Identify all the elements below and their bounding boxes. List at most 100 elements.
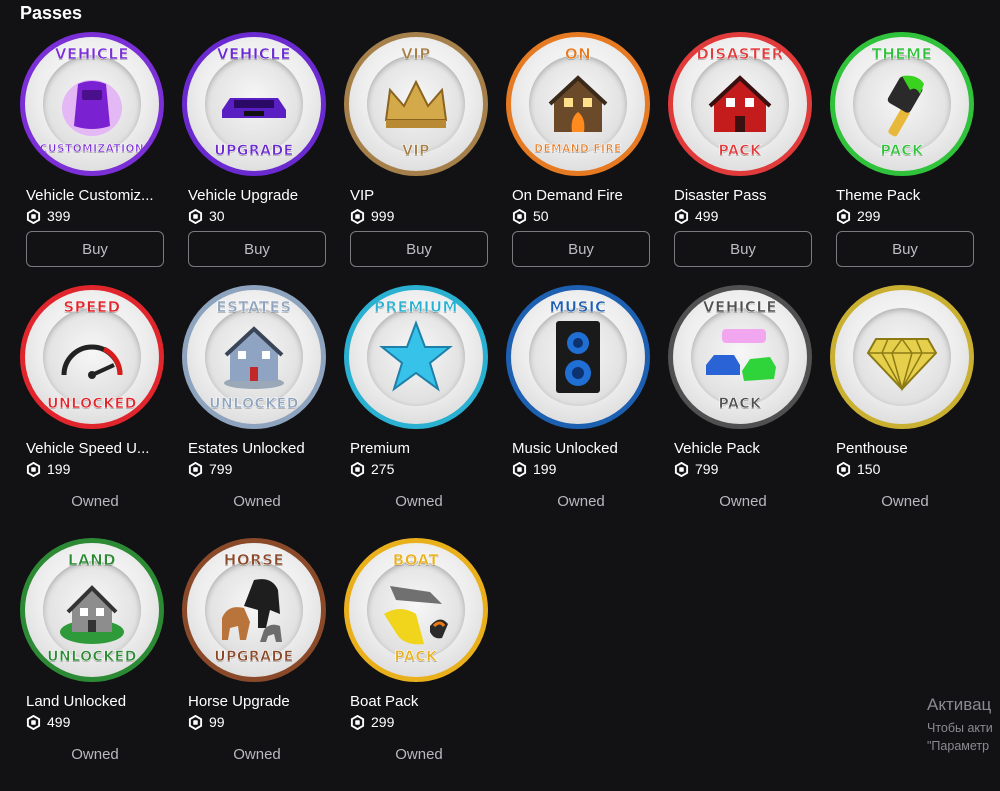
price-row: 299 bbox=[836, 208, 880, 224]
vehicles-icon bbox=[706, 329, 776, 381]
pass-name[interactable]: Horse Upgrade bbox=[188, 693, 322, 710]
pass-name[interactable]: Vehicle Speed U... bbox=[26, 440, 160, 457]
pass-badge[interactable]: BOAT PACK bbox=[344, 538, 488, 682]
robux-icon bbox=[674, 461, 689, 477]
pass-badge[interactable]: HORSE UPGRADE bbox=[182, 538, 326, 682]
pass-name[interactable]: Penthouse bbox=[836, 440, 970, 457]
pass-badge[interactable]: MUSIC bbox=[506, 285, 650, 429]
car-purple-icon bbox=[62, 80, 122, 136]
horse-icon bbox=[222, 579, 282, 642]
price-row: 199 bbox=[26, 461, 70, 477]
badge-bottom-text: UPGRADE bbox=[214, 649, 294, 666]
pass-badge[interactable]: THEME PACK bbox=[830, 32, 974, 176]
pass-price: 99 bbox=[209, 714, 225, 730]
pass-name[interactable]: Theme Pack bbox=[836, 187, 970, 204]
owned-status: Owned bbox=[395, 746, 443, 763]
pass-card-11[interactable]: VEHICLE PACK Vehicle Pack 799 Owned bbox=[668, 285, 812, 538]
pass-name[interactable]: Vehicle Upgrade bbox=[188, 187, 322, 204]
robux-icon bbox=[188, 714, 203, 730]
robux-icon bbox=[350, 208, 365, 224]
pass-badge[interactable]: PREMIUM bbox=[344, 285, 488, 429]
price-row: 799 bbox=[188, 461, 232, 477]
pass-card-15[interactable]: BOAT PACK Boat Pack 299 Owned bbox=[344, 538, 488, 791]
pass-card-2[interactable]: VEHICLE UPGRADE Vehicle Upgrade 30 Buy bbox=[182, 32, 326, 285]
pass-badge[interactable]: DISASTER PACK bbox=[668, 32, 812, 176]
pass-name[interactable]: VIP bbox=[350, 187, 484, 204]
badge-top-text: SPEED bbox=[63, 298, 121, 317]
pass-name[interactable]: Vehicle Pack bbox=[674, 440, 808, 457]
pass-card-1[interactable]: VEHICLE CUSTOMIZATION Vehicle Customiz..… bbox=[20, 32, 164, 285]
estate-house-icon bbox=[224, 326, 284, 389]
paintbrush-icon bbox=[887, 75, 924, 137]
price-row: 199 bbox=[512, 461, 556, 477]
pass-name[interactable]: Premium bbox=[350, 440, 484, 457]
robux-icon bbox=[512, 208, 527, 224]
boat-icon bbox=[384, 586, 448, 645]
buy-button[interactable]: Buy bbox=[836, 231, 974, 267]
pass-card-9[interactable]: PREMIUM Premium 275 Owned bbox=[344, 285, 488, 538]
pass-name[interactable]: Land Unlocked bbox=[26, 693, 160, 710]
price-row: 275 bbox=[350, 461, 394, 477]
badge-bottom-text: PACK bbox=[718, 143, 762, 160]
pass-card-3[interactable]: VIP VIP VIP 999 Buy bbox=[344, 32, 488, 285]
pass-name[interactable]: Boat Pack bbox=[350, 693, 484, 710]
house-fire-icon bbox=[548, 75, 608, 132]
pass-card-4[interactable]: ON DEMAND FIRE On Demand Fire 50 Buy bbox=[506, 32, 650, 285]
badge-top-text: ESTATES bbox=[216, 298, 292, 317]
price-row: 499 bbox=[26, 714, 70, 730]
robux-icon bbox=[512, 461, 527, 477]
robux-icon bbox=[26, 208, 41, 224]
pass-card-7[interactable]: SPEED UNLOCKED Vehicle Speed U... 199 Ow… bbox=[20, 285, 164, 538]
diamond-icon bbox=[866, 337, 938, 392]
pass-name[interactable]: On Demand Fire bbox=[512, 187, 646, 204]
pass-card-5[interactable]: DISASTER PACK Disaster Pass 499 Buy bbox=[668, 32, 812, 285]
owned-status: Owned bbox=[233, 493, 281, 510]
pass-badge[interactable]: SPEED UNLOCKED bbox=[20, 285, 164, 429]
pass-card-10[interactable]: MUSIC Music Unlocked 199 Owned bbox=[506, 285, 650, 538]
pass-price: 999 bbox=[371, 208, 395, 224]
watermark-line: "Параметр bbox=[927, 739, 990, 753]
pass-name[interactable]: Estates Unlocked bbox=[188, 440, 322, 457]
pass-badge[interactable]: VEHICLE PACK bbox=[668, 285, 812, 429]
star-icon bbox=[379, 320, 453, 392]
badge-top-text: LAND bbox=[67, 551, 117, 570]
buy-button[interactable]: Buy bbox=[350, 231, 488, 267]
badge-bottom-text: DEMAND FIRE bbox=[534, 143, 622, 156]
pass-price: 199 bbox=[47, 461, 71, 477]
price-row: 499 bbox=[674, 208, 718, 224]
pass-badge[interactable]: LAND UNLOCKED bbox=[20, 538, 164, 682]
price-row: 999 bbox=[350, 208, 394, 224]
pass-badge[interactable]: ESTATES UNLOCKED bbox=[182, 285, 326, 429]
buy-button[interactable]: Buy bbox=[26, 231, 164, 267]
pass-badge[interactable]: VEHICLE CUSTOMIZATION bbox=[20, 32, 164, 176]
house-red-icon bbox=[708, 75, 772, 132]
pass-price: 499 bbox=[695, 208, 719, 224]
badge-bottom-text: VIP bbox=[402, 143, 430, 160]
pass-card-14[interactable]: HORSE UPGRADE Horse Upgrade 99 Owned bbox=[182, 538, 326, 791]
badge-bottom-text: UNLOCKED bbox=[47, 649, 137, 666]
pass-card-8[interactable]: ESTATES UNLOCKED Estates Unlocked 799 Ow… bbox=[182, 285, 326, 538]
pass-name[interactable]: Music Unlocked bbox=[512, 440, 646, 457]
pass-badge[interactable]: VEHICLE UPGRADE bbox=[182, 32, 326, 176]
pass-card-13[interactable]: LAND UNLOCKED Land Unlocked 499 Owned bbox=[20, 538, 164, 791]
pass-card-12[interactable]: Penthouse 150 Owned bbox=[830, 285, 974, 538]
pass-name[interactable]: Vehicle Customiz... bbox=[26, 187, 160, 204]
pass-price: 199 bbox=[533, 461, 557, 477]
buy-button[interactable]: Buy bbox=[512, 231, 650, 267]
badge-top-text: VEHICLE bbox=[702, 298, 778, 317]
pass-badge[interactable]: VIP VIP bbox=[344, 32, 488, 176]
buy-button[interactable]: Buy bbox=[188, 231, 326, 267]
robux-icon bbox=[188, 461, 203, 477]
badge-bottom-text: UPGRADE bbox=[214, 143, 294, 160]
badge-bottom-text: CUSTOMIZATION bbox=[39, 143, 145, 156]
pass-badge[interactable]: ON DEMAND FIRE bbox=[506, 32, 650, 176]
badge-bottom-text: PACK bbox=[880, 143, 924, 160]
badge-top-text: VEHICLE bbox=[54, 45, 130, 64]
owned-status: Owned bbox=[557, 493, 605, 510]
pass-name[interactable]: Disaster Pass bbox=[674, 187, 808, 204]
pass-card-6[interactable]: THEME PACK Theme Pack 299 Buy bbox=[830, 32, 974, 285]
pass-badge[interactable] bbox=[830, 285, 974, 429]
section-title: Passes bbox=[20, 3, 83, 23]
buy-button[interactable]: Buy bbox=[674, 231, 812, 267]
owned-status: Owned bbox=[233, 746, 281, 763]
